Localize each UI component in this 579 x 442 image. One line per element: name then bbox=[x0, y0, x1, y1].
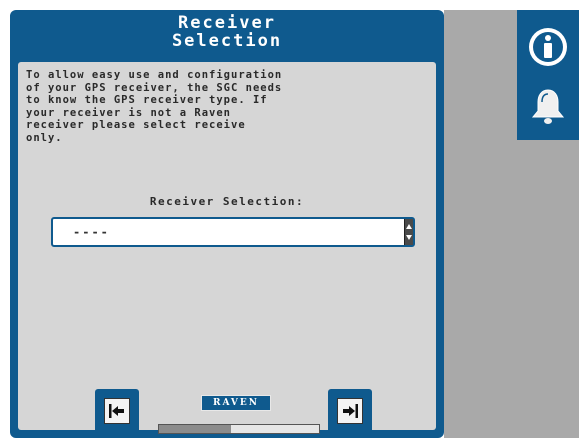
dialog-title-line2: Selection bbox=[171, 31, 283, 51]
dropdown-arrows-icon[interactable] bbox=[404, 219, 413, 245]
screen: Receiver Selection To allow easy use and… bbox=[0, 0, 579, 442]
receiver-selection-label: Receiver Selection: bbox=[149, 195, 305, 208]
info-icon[interactable] bbox=[525, 24, 571, 70]
alarm-bell-icon[interactable] bbox=[525, 84, 571, 130]
receiver-selection-dialog: Receiver Selection To allow easy use and… bbox=[10, 10, 444, 438]
side-toolbar bbox=[517, 10, 579, 140]
back-arrow-icon bbox=[104, 398, 130, 424]
back-button[interactable] bbox=[95, 389, 139, 433]
dialog-title-line1: Receiver bbox=[178, 13, 276, 33]
raven-logo: RAVEN bbox=[201, 395, 271, 411]
description-text: To allow easy use and configuration of y… bbox=[26, 69, 283, 144]
next-arrow-icon bbox=[337, 398, 363, 424]
dialog-content: To allow easy use and configuration of y… bbox=[18, 62, 436, 430]
receiver-selection-value: ---- bbox=[73, 225, 110, 239]
progress-bar-fill bbox=[159, 425, 231, 433]
receiver-selection-dropdown[interactable]: ---- bbox=[51, 217, 415, 247]
progress-bar bbox=[158, 424, 320, 434]
next-button[interactable] bbox=[328, 389, 372, 433]
dialog-title: Receiver Selection bbox=[10, 10, 444, 58]
